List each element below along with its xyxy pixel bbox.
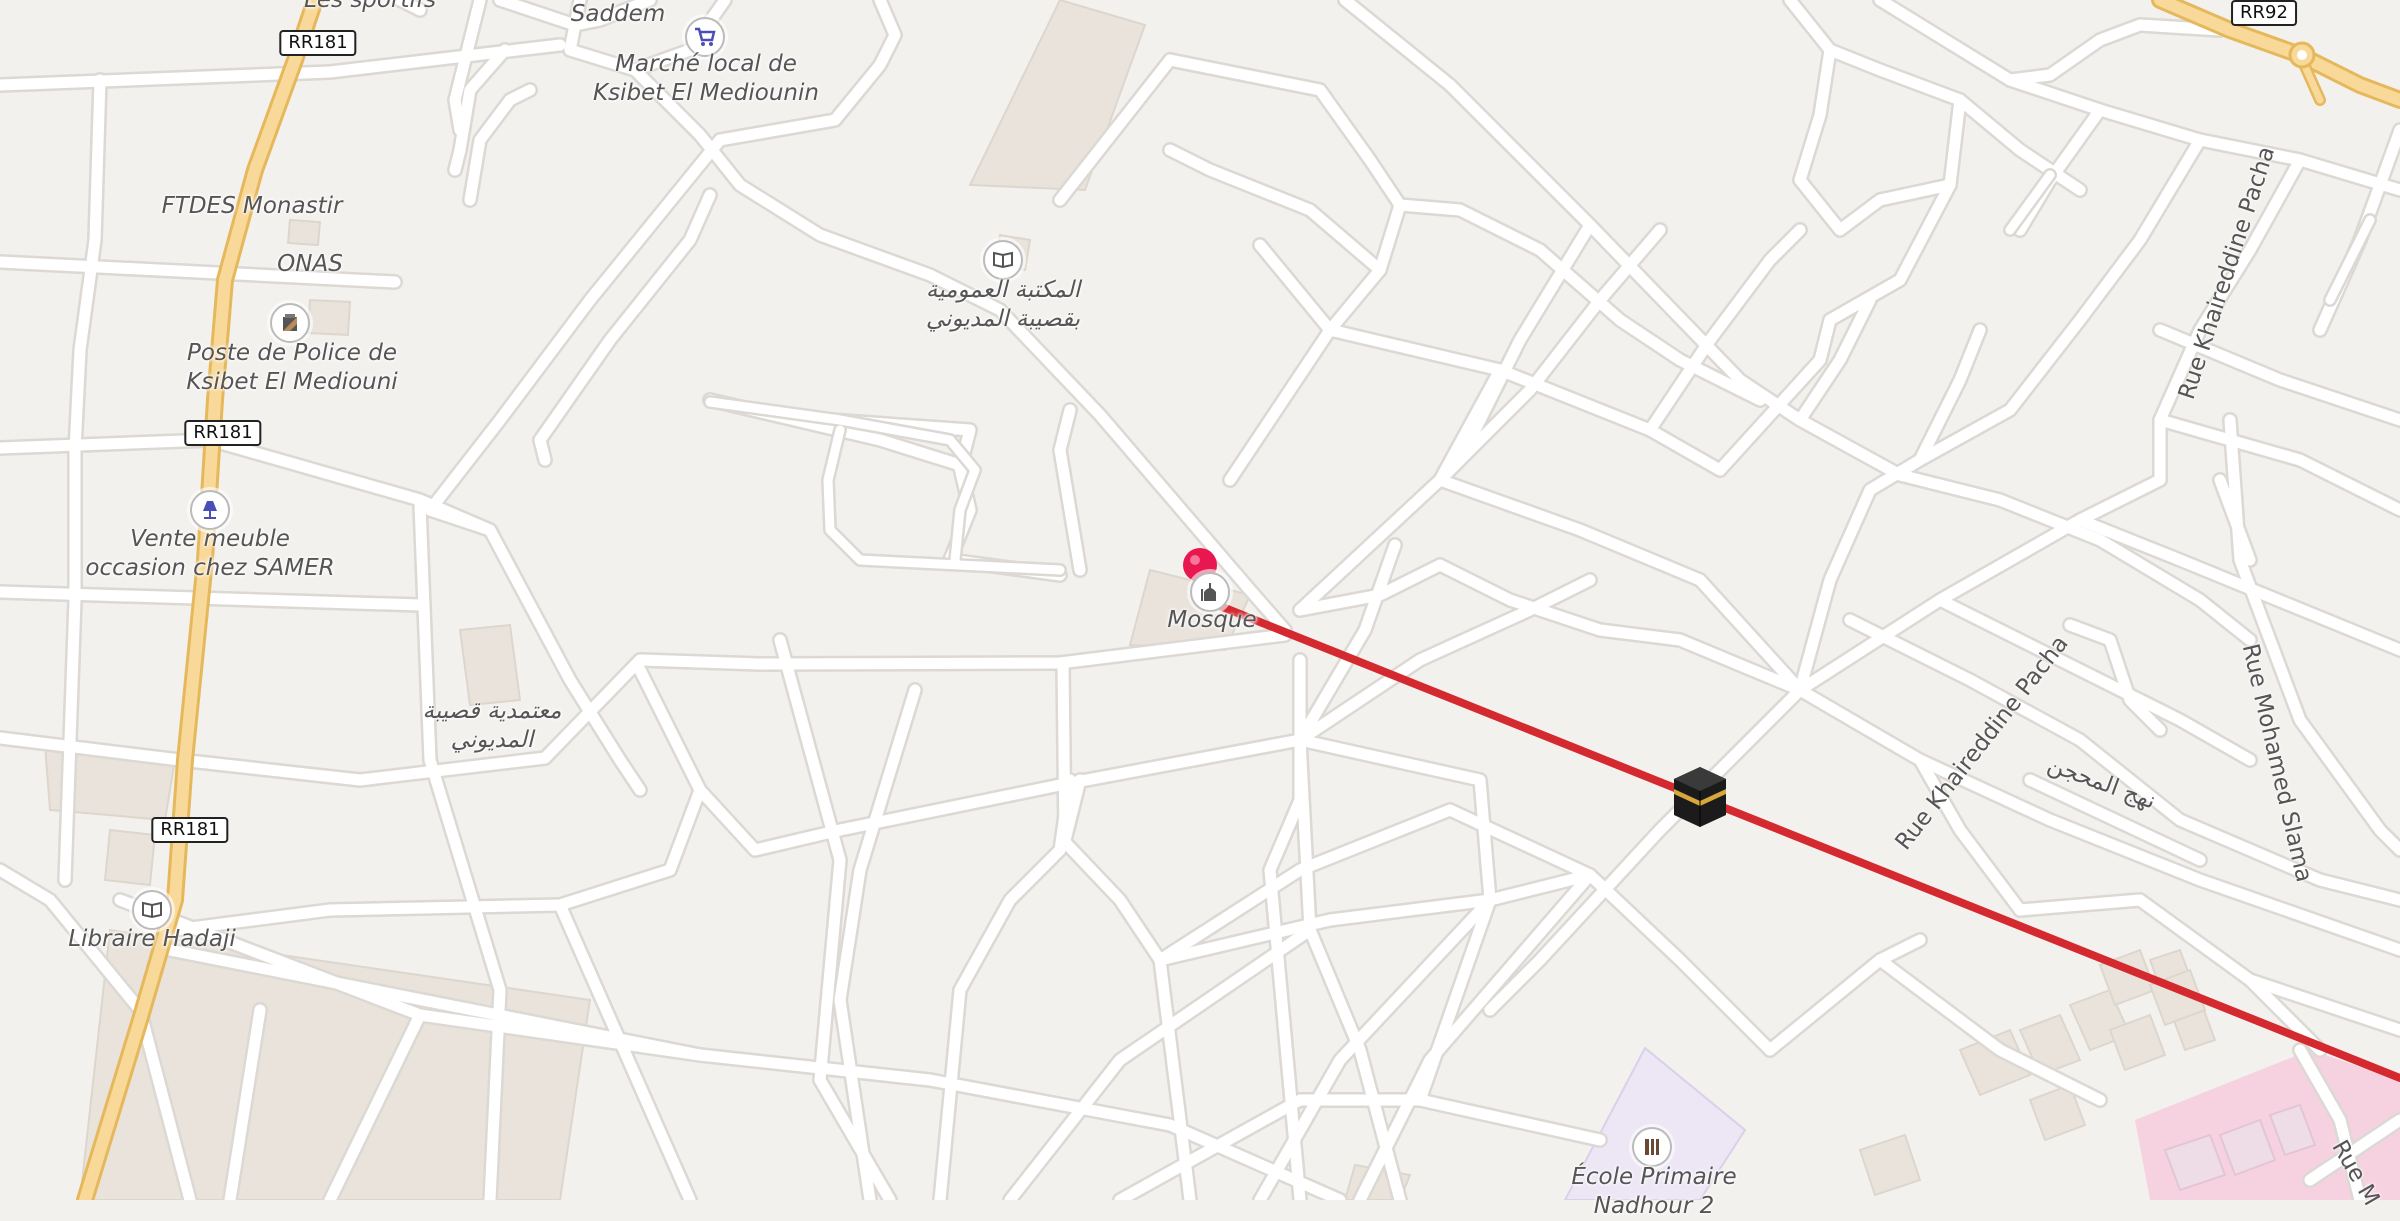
label-poste-de-police: Poste de Police de Ksibet El Mediouni (186, 340, 398, 395)
route-shield-rr181: RR181 (184, 420, 262, 446)
label-vente-meuble: Vente meuble occasion chez SAMER (85, 526, 335, 581)
route-shield-rr181: RR181 (151, 817, 229, 843)
label-saddem: Saddem (570, 1, 666, 27)
label-ecole-primaire: École Primaire Nadhour 2 (1571, 1164, 1737, 1219)
kaaba-icon[interactable] (1674, 767, 1726, 827)
lamp-icon[interactable] (190, 490, 230, 530)
school-icon[interactable] (1632, 1127, 1672, 1167)
label-ftdes-monastir: FTDES Monastir (161, 193, 343, 219)
police-icon[interactable] (270, 303, 310, 343)
label-marche-local: Marché local de Ksibet El Mediounin (593, 51, 819, 106)
book-icon[interactable] (983, 240, 1023, 280)
label-onas: ONAS (277, 251, 343, 277)
label-bibliotheque: المكتبة العمومية بقصيبة المديوني (925, 277, 1081, 332)
route-shield-rr181: RR181 (279, 30, 357, 56)
book-icon[interactable] (132, 890, 172, 930)
label-mosque: Mosque (1167, 607, 1257, 633)
label-libraire-hadaji: Libraire Hadaji (68, 926, 236, 952)
label-les-sportifs: Les sportifs (304, 0, 436, 13)
label-moatamdia: معتمدية قصيبة المديوني (422, 698, 562, 753)
route-shield-rr92: RR92 (2231, 0, 2297, 26)
